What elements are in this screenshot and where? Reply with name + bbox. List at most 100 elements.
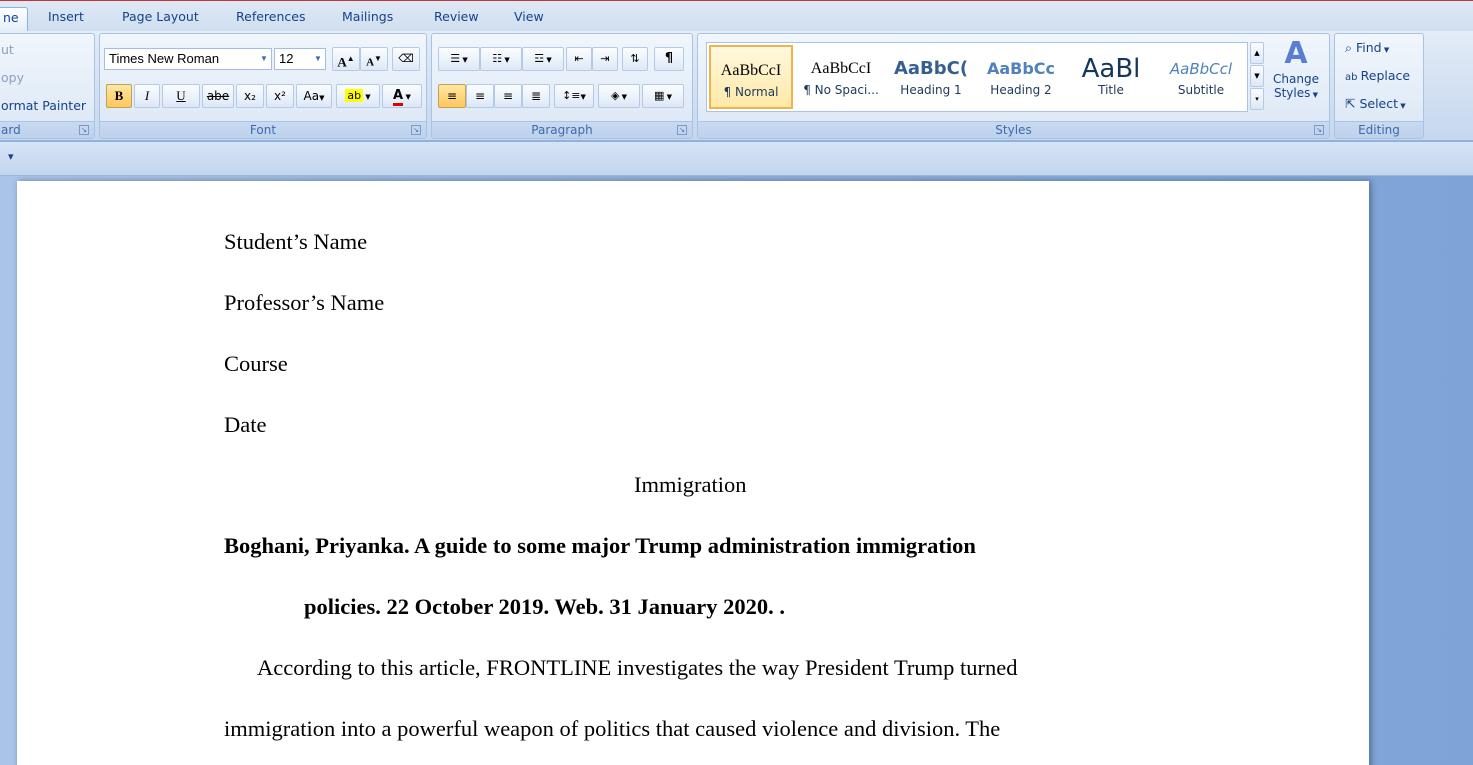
bullets-button[interactable]: ☰ ▼	[438, 47, 480, 71]
gallery-more[interactable]: ▾	[1250, 88, 1264, 110]
paragraph-group-label: Paragraph	[432, 121, 692, 138]
dialog-launcher-icon[interactable]: ↘	[411, 125, 421, 135]
tab-label: ne	[3, 10, 19, 25]
italic-button[interactable]: I	[134, 84, 160, 108]
doc-line-course: Course	[224, 351, 288, 376]
align-right-button[interactable]: ≡	[494, 84, 522, 108]
decrease-indent-button[interactable]: ⇤	[566, 47, 592, 71]
line-spacing-icon: ↕≡	[562, 89, 581, 102]
tab-view[interactable]: View	[510, 7, 548, 32]
chevron-up-icon: ▲	[1254, 49, 1260, 57]
style-name: Heading 1	[900, 83, 962, 97]
line-spacing-button[interactable]: ↕≡▼	[554, 84, 594, 108]
font-name-value: Times New Roman	[109, 51, 220, 66]
style-heading-2[interactable]: AaBbCc Heading 2	[979, 45, 1063, 109]
document-page[interactable]: Student’s Name Professor’s Name Course D…	[17, 181, 1369, 765]
more-icon: ▾	[1255, 95, 1259, 103]
binoculars-icon: ⌕	[1345, 40, 1356, 55]
underline-button[interactable]: U	[162, 84, 200, 108]
highlight-button[interactable]: ab ▼	[336, 84, 380, 108]
gallery-scroll-up[interactable]: ▲	[1250, 42, 1264, 64]
tab-references[interactable]: References	[232, 7, 309, 32]
change-styles-label-2: Styles	[1273, 86, 1311, 100]
align-left-button[interactable]: ≡	[438, 84, 466, 108]
style-title[interactable]: AaBl Title	[1069, 45, 1153, 109]
styles-group: AaBbCcI ¶ Normal AaBbCcI ¶ No Spaci... A…	[697, 33, 1330, 139]
highlighter-icon: ab	[345, 89, 364, 102]
font-name-combo[interactable]: Times New Roman ▼	[104, 48, 272, 70]
align-left-icon: ≡	[446, 89, 458, 103]
show-marks-button[interactable]: ¶	[654, 47, 684, 71]
style-heading-1[interactable]: AaBbC( Heading 1	[889, 45, 973, 109]
increase-indent-icon: ⇥	[600, 52, 610, 65]
justify-button[interactable]: ≣	[522, 84, 550, 108]
style-name: Title	[1098, 83, 1124, 97]
tab-mailings[interactable]: Mailings	[338, 7, 397, 32]
chevron-down-icon: ▼	[314, 54, 322, 63]
align-center-button[interactable]: ≡	[466, 84, 494, 108]
doc-body-line-2: immigration into a powerful weapon of po…	[224, 716, 1001, 741]
editing-group: ⌕ Find ▼ ab Replace ⇱ Select ▼ Editing	[1334, 33, 1424, 139]
style-sample: AaBbCcl	[1169, 60, 1233, 78]
tab-home[interactable]: ne	[0, 7, 28, 32]
increase-indent-button[interactable]: ⇥	[592, 47, 618, 71]
decrease-indent-icon: ⇤	[574, 52, 584, 65]
doc-title: Immigration	[634, 472, 747, 497]
grow-font-button[interactable]: A▲	[332, 47, 360, 71]
shrink-font-button[interactable]: A▼	[360, 47, 388, 71]
shading-button[interactable]: ◈ ▼	[598, 84, 640, 108]
dialog-launcher-icon[interactable]: ↘	[677, 125, 687, 135]
dialog-launcher-icon[interactable]: ↘	[1314, 125, 1324, 135]
doc-line-student-name: Student’s Name	[224, 229, 368, 254]
ribbon: ut opy ormat Painter ard ↘ Times New Rom…	[0, 31, 1473, 141]
multilevel-list-button[interactable]: ☲ ▼	[522, 47, 564, 71]
superscript-button[interactable]: x²	[266, 84, 294, 108]
select-button[interactable]: ⇱ Select ▼	[1345, 96, 1406, 111]
cut-button[interactable]: ut	[1, 42, 14, 57]
tab-page-layout[interactable]: Page Layout	[118, 7, 203, 32]
font-group-label: Font	[100, 121, 426, 138]
tab-review[interactable]: Review	[430, 7, 483, 32]
customize-toolbar-icon[interactable]: ▾	[8, 150, 14, 163]
ribbon-tabs: ne Insert Page Layout References Mailing…	[0, 0, 1473, 32]
quick-access-toolbar: ▾	[0, 142, 1473, 176]
tab-label: Insert	[48, 9, 84, 24]
clipboard-group: ut opy ormat Painter ard ↘	[0, 33, 95, 139]
change-styles-label-1: Change	[1273, 72, 1319, 86]
font-color-icon: A	[393, 88, 404, 106]
align-center-icon: ≡	[474, 89, 486, 103]
replace-label: Replace	[1360, 68, 1411, 83]
style-subtitle[interactable]: AaBbCcl Subtitle	[1159, 45, 1243, 109]
find-button[interactable]: ⌕ Find ▼	[1345, 40, 1389, 56]
tab-label: Page Layout	[122, 9, 199, 24]
numbering-button[interactable]: ☷ ▼	[480, 47, 522, 71]
style-sample: AaBbC(	[893, 58, 969, 79]
tab-label: References	[236, 9, 306, 24]
style-no-spacing[interactable]: AaBbCcI ¶ No Spaci...	[799, 45, 883, 109]
style-name: ¶ Normal	[723, 85, 779, 99]
font-color-button[interactable]: A ▼	[382, 84, 422, 108]
replace-button[interactable]: ab Replace	[1345, 68, 1410, 83]
doc-citation-line-2: policies. 22 October 2019. Web. 31 Janua…	[304, 594, 786, 619]
gallery-scroll-down[interactable]: ▼	[1250, 65, 1264, 87]
sort-icon: ⇅	[630, 52, 640, 65]
strikethrough-button[interactable]: abe	[202, 84, 234, 108]
style-normal[interactable]: AaBbCcI ¶ Normal	[709, 45, 793, 109]
copy-button[interactable]: opy	[1, 70, 24, 85]
change-case-label: Aa	[303, 89, 320, 103]
borders-button[interactable]: ▦ ▼	[642, 84, 684, 108]
sort-button[interactable]: ⇅	[622, 47, 648, 71]
dialog-launcher-icon[interactable]: ↘	[79, 125, 89, 135]
chevron-down-icon: ▼	[1254, 72, 1260, 80]
doc-line-professor-name: Professor’s Name	[224, 290, 385, 315]
grow-font-icon: A	[337, 54, 347, 70]
font-size-combo[interactable]: 12 ▼	[274, 48, 326, 70]
format-painter-button[interactable]: ormat Painter	[1, 98, 86, 113]
change-styles-button[interactable]: A Change Styles ▼	[1268, 36, 1324, 120]
tab-label: View	[514, 9, 544, 24]
change-case-button[interactable]: Aa▼	[296, 84, 332, 108]
bold-button[interactable]: B	[106, 84, 132, 108]
subscript-button[interactable]: x₂	[236, 84, 264, 108]
tab-insert[interactable]: Insert	[44, 7, 88, 32]
clear-formatting-button[interactable]: ⌫	[392, 47, 420, 71]
